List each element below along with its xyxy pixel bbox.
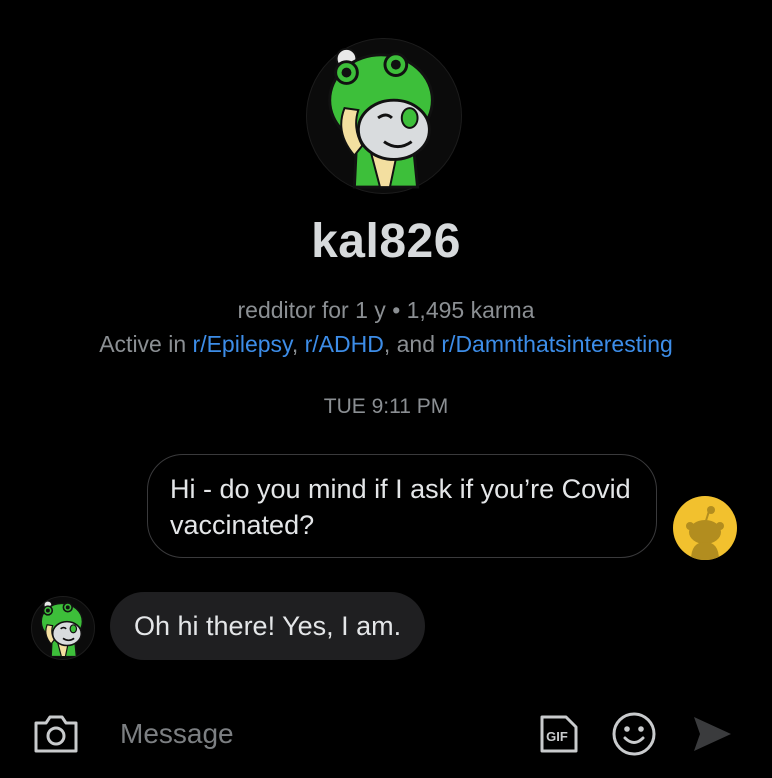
emoji-icon — [612, 712, 656, 756]
send-icon — [694, 717, 731, 751]
camera-button[interactable] — [32, 713, 80, 755]
snoo-frog-hood-avatar-icon — [40, 600, 84, 658]
meta-separator: • — [392, 297, 401, 323]
username: kal826 — [311, 215, 461, 268]
karma-text: 1,495 karma — [406, 297, 535, 323]
active-communities: Active in r/Epilepsy, r/ADHD, and r/Damn… — [0, 331, 772, 358]
community-and: , and — [383, 331, 435, 357]
gif-button[interactable]: GIF — [534, 713, 580, 755]
message-timestamp: TUE 9:11 PM — [323, 395, 449, 418]
kal826-avatar[interactable] — [31, 596, 95, 660]
outgoing-message-bubble[interactable]: Hi - do you mind if I ask if you’re Covi… — [147, 454, 657, 558]
profile-meta: redditor for 1 y • 1,495 karma — [0, 297, 772, 324]
my-avatar[interactable] — [673, 496, 737, 560]
profile-avatar[interactable] — [306, 38, 462, 194]
snoo-default-yellow-avatar-icon — [686, 506, 724, 560]
tenure-text: redditor for 1 y — [237, 297, 386, 323]
community-comma: , — [291, 331, 299, 357]
community-link-damnthatsinteresting[interactable]: r/Damnthatsinteresting — [441, 331, 672, 357]
incoming-message-bubble[interactable]: Oh hi there! Yes, I am. — [110, 592, 426, 660]
camera-icon — [34, 715, 78, 753]
emoji-button[interactable] — [611, 711, 657, 757]
gif-label: GIF — [546, 729, 568, 744]
send-button[interactable] — [691, 713, 733, 755]
gif-icon: GIF — [540, 715, 578, 753]
message-input[interactable] — [120, 712, 510, 756]
community-link-adhd[interactable]: r/ADHD — [305, 331, 384, 357]
community-link-epilepsy[interactable]: r/Epilepsy — [193, 331, 292, 357]
active-prefix: Active in — [99, 331, 187, 357]
snoo-frog-hood-avatar-icon — [328, 47, 434, 189]
